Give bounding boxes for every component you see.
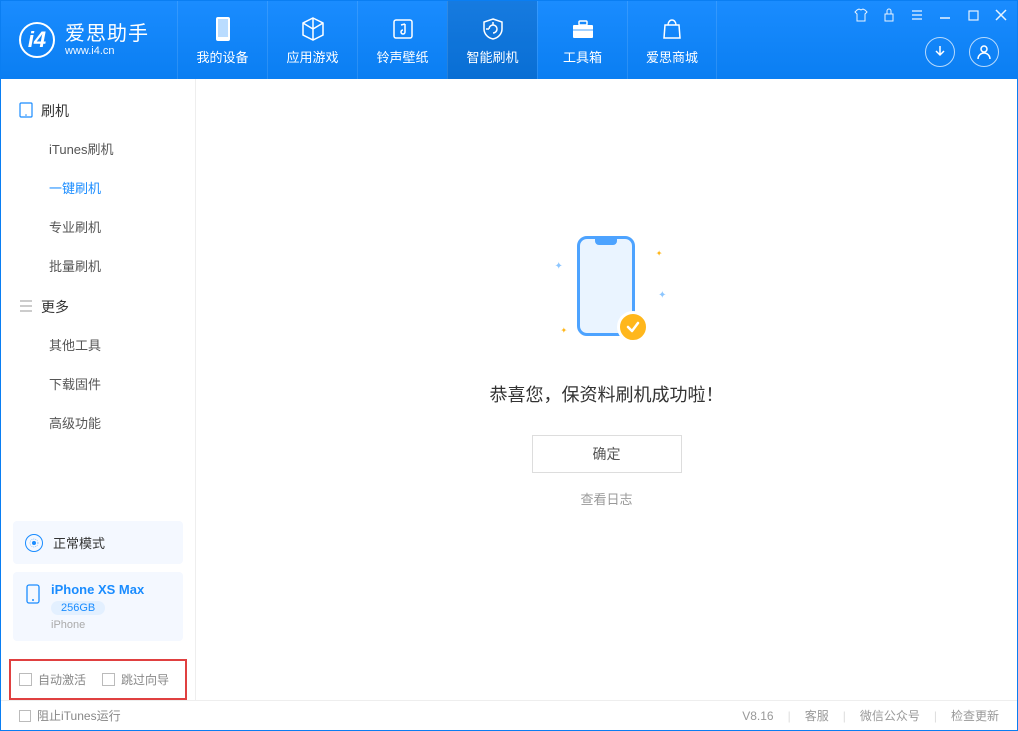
shield-refresh-icon: [480, 15, 506, 43]
nav-tabs: 我的设备 应用游戏 铃声壁纸 智能刷机 工具箱: [177, 1, 717, 79]
download-button[interactable]: [925, 37, 955, 67]
checkbox-block-itunes[interactable]: 阻止iTunes运行: [19, 707, 121, 724]
sidebar-item-other-tools[interactable]: 其他工具: [1, 325, 195, 364]
tab-apps-games[interactable]: 应用游戏: [267, 1, 357, 79]
sidebar: 刷机 iTunes刷机 一键刷机 专业刷机 批量刷机 更多 其他工具 下载固件 …: [1, 79, 196, 700]
checkbox-label: 阻止iTunes运行: [37, 707, 121, 724]
checkbox-row-highlighted: 自动激活 跳过向导: [9, 659, 187, 700]
lock-icon[interactable]: [881, 7, 897, 23]
separator: |: [788, 709, 791, 723]
device-capacity: 256GB: [51, 601, 105, 615]
device-info: iPhone XS Max 256GB iPhone: [51, 582, 144, 631]
sidebar-item-advanced[interactable]: 高级功能: [1, 403, 195, 442]
user-button[interactable]: [969, 37, 999, 67]
sparkle-icon: ✦: [555, 261, 563, 272]
mode-label: 正常模式: [53, 533, 105, 552]
device-name: iPhone XS Max: [51, 582, 144, 597]
close-icon[interactable]: [993, 7, 1009, 23]
sidebar-item-pro-flash[interactable]: 专业刷机: [1, 207, 195, 246]
app-url: www.i4.cn: [65, 45, 149, 57]
separator: |: [934, 709, 937, 723]
logo-text: 爱思助手 www.i4.cn: [65, 23, 149, 57]
device-panel: 正常模式 iPhone XS Max 256GB iPhone: [1, 521, 195, 659]
section-title: 更多: [41, 297, 69, 317]
checkbox-icon: [19, 710, 31, 722]
music-note-icon: [391, 15, 415, 43]
bag-icon: [660, 15, 684, 43]
check-badge-icon: [617, 311, 649, 343]
logo-area: i4 爱思助手 www.i4.cn: [1, 22, 167, 58]
checkbox-icon: [102, 673, 115, 686]
list-icon: [19, 299, 33, 315]
tab-toolbox[interactable]: 工具箱: [537, 1, 627, 79]
tab-label: 应用游戏: [286, 47, 338, 66]
maximize-icon[interactable]: [965, 7, 981, 23]
tab-label: 智能刷机: [466, 47, 518, 66]
tab-label: 我的设备: [196, 47, 248, 66]
section-title: 刷机: [41, 101, 69, 121]
success-message: 恭喜您，保资料刷机成功啦！: [490, 381, 724, 407]
footer-right: V8.16 | 客服 | 微信公众号 | 检查更新: [742, 707, 999, 724]
cube-icon: [300, 15, 326, 43]
tab-store[interactable]: 爱思商城: [627, 1, 717, 79]
device-phone-icon: [25, 584, 41, 609]
sidebar-item-batch-flash[interactable]: 批量刷机: [1, 246, 195, 285]
sidebar-item-onekey-flash[interactable]: 一键刷机: [1, 168, 195, 207]
sidebar-item-itunes-flash[interactable]: iTunes刷机: [1, 129, 195, 168]
checkbox-icon: [19, 673, 32, 686]
tab-label: 工具箱: [563, 47, 602, 66]
checkbox-label: 跳过向导: [121, 671, 169, 688]
footer-left: 阻止iTunes运行: [19, 707, 121, 724]
logo-icon: i4: [19, 22, 55, 58]
section-flash: 刷机: [1, 89, 195, 129]
footer-link-update[interactable]: 检查更新: [951, 707, 999, 724]
version-label: V8.16: [742, 709, 773, 723]
tab-ringtone-wallpaper[interactable]: 铃声壁纸: [357, 1, 447, 79]
success-illustration: ✦ ✦ ✦ ✦: [547, 231, 667, 351]
sidebar-scroll: 刷机 iTunes刷机 一键刷机 专业刷机 批量刷机 更多 其他工具 下载固件 …: [1, 79, 195, 521]
checkbox-auto-activate[interactable]: 自动激活: [19, 671, 86, 688]
tab-label: 爱思商城: [646, 47, 698, 66]
sparkle-icon: ✦: [561, 326, 568, 335]
header-right-buttons: [925, 37, 999, 67]
view-log-link[interactable]: 查看日志: [580, 489, 632, 508]
tab-label: 铃声壁纸: [376, 47, 428, 66]
tab-smart-flash[interactable]: 智能刷机: [447, 1, 537, 79]
sidebar-item-download-firmware[interactable]: 下载固件: [1, 364, 195, 403]
section-more: 更多: [1, 285, 195, 325]
footer-link-wechat[interactable]: 微信公众号: [860, 707, 920, 724]
sparkle-icon: ✦: [658, 290, 666, 301]
footer: 阻止iTunes运行 V8.16 | 客服 | 微信公众号 | 检查更新: [1, 700, 1017, 730]
confirm-button[interactable]: 确定: [532, 435, 682, 473]
shirt-icon[interactable]: [853, 7, 869, 23]
tablet-icon: [19, 102, 33, 121]
footer-link-service[interactable]: 客服: [805, 707, 829, 724]
sparkle-icon: ✦: [656, 249, 663, 258]
menu-icon[interactable]: [909, 7, 925, 23]
mode-card[interactable]: 正常模式: [13, 521, 183, 564]
body: 刷机 iTunes刷机 一键刷机 专业刷机 批量刷机 更多 其他工具 下载固件 …: [1, 79, 1017, 700]
checkbox-label: 自动激活: [38, 671, 86, 688]
separator: |: [843, 709, 846, 723]
phone-icon: [213, 15, 233, 43]
main-content: ✦ ✦ ✦ ✦ 恭喜您，保资料刷机成功啦！ 确定 查看日志: [196, 79, 1017, 700]
header: i4 爱思助手 www.i4.cn 我的设备 应用游戏 铃声壁纸: [1, 1, 1017, 79]
tab-my-device[interactable]: 我的设备: [177, 1, 267, 79]
window-controls: [853, 7, 1009, 23]
toolbox-icon: [570, 15, 596, 43]
app-title: 爱思助手: [65, 23, 149, 45]
minimize-icon[interactable]: [937, 7, 953, 23]
mode-icon: [25, 534, 43, 552]
checkbox-skip-guide[interactable]: 跳过向导: [102, 671, 169, 688]
device-type: iPhone: [51, 619, 144, 631]
device-card[interactable]: iPhone XS Max 256GB iPhone: [13, 572, 183, 641]
